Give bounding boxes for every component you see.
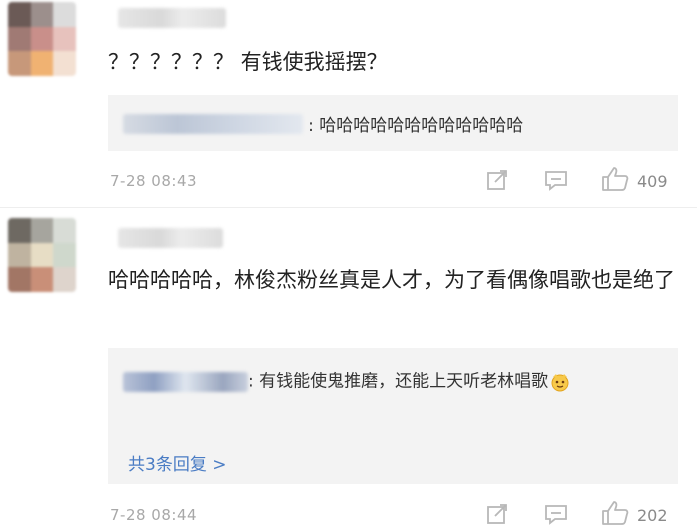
thumbs-up-icon[interactable] — [600, 166, 630, 192]
avatar-pixel — [30, 242, 54, 268]
thumbs-up-icon[interactable] — [600, 500, 630, 526]
avatar-pixel — [30, 267, 54, 292]
avatar-pixel — [30, 26, 54, 52]
comment-timestamp: 7-28 08:44 — [110, 506, 198, 524]
username[interactable] — [118, 8, 226, 28]
avatar-pixel — [53, 26, 76, 52]
avatar-pixel — [8, 2, 31, 27]
avatar[interactable] — [8, 218, 76, 292]
avatar[interactable] — [8, 2, 76, 76]
comment-text: 哈哈哈哈哈，林俊杰粉丝真是人才，为了看偶像唱歌也是绝了 — [108, 268, 675, 292]
username[interactable] — [118, 228, 223, 248]
comment-text: ？？？？？？ 有钱使我摇摆？ — [108, 50, 388, 74]
reply-text: : 哈哈哈哈哈哈哈哈哈哈哈哈 — [308, 116, 524, 136]
avatar-pixel — [8, 26, 31, 52]
like-count: 409 — [637, 172, 668, 191]
reply-text: : 有钱能使鬼推磨，还能上天听老林唱歌 — [248, 371, 549, 392]
comment-timestamp: 7-28 08:43 — [110, 172, 198, 190]
avatar-pixel — [53, 2, 76, 27]
avatar-pixel — [30, 51, 54, 76]
avatar-pixel — [30, 2, 54, 27]
more-replies-link[interactable]: 共3条回复 > — [128, 450, 226, 475]
share-icon[interactable] — [486, 503, 510, 525]
like-count: 202 — [637, 506, 668, 525]
reply-username[interactable] — [123, 113, 303, 134]
avatar-pixel — [53, 242, 76, 268]
avatar-pixel — [53, 267, 76, 292]
emoji-icon — [550, 372, 570, 392]
avatar-pixel — [8, 218, 31, 243]
avatar-pixel — [30, 218, 54, 243]
comment-1: ？？？？？？ 有钱使我摇摆？ : 哈哈哈哈哈哈哈哈哈哈哈哈 7-28 08:43… — [0, 0, 697, 207]
comment-icon[interactable] — [543, 503, 569, 525]
avatar-pixel — [53, 51, 76, 76]
avatar-pixel — [8, 51, 31, 76]
comment-icon[interactable] — [543, 169, 569, 191]
avatar-pixel — [8, 242, 31, 268]
avatar-pixel — [8, 267, 31, 292]
reply-preview[interactable]: : 哈哈哈哈哈哈哈哈哈哈哈哈 — [108, 95, 678, 151]
share-icon[interactable] — [486, 169, 510, 191]
reply-username[interactable] — [123, 371, 248, 392]
avatar-pixel — [53, 218, 76, 243]
reply-preview[interactable]: : 有钱能使鬼推磨，还能上天听老林唱歌 共3条回复 > — [108, 348, 678, 484]
comment-2: 哈哈哈哈哈，林俊杰粉丝真是人才，为了看偶像唱歌也是绝了 : 有钱能使鬼推磨，还能… — [0, 208, 697, 531]
